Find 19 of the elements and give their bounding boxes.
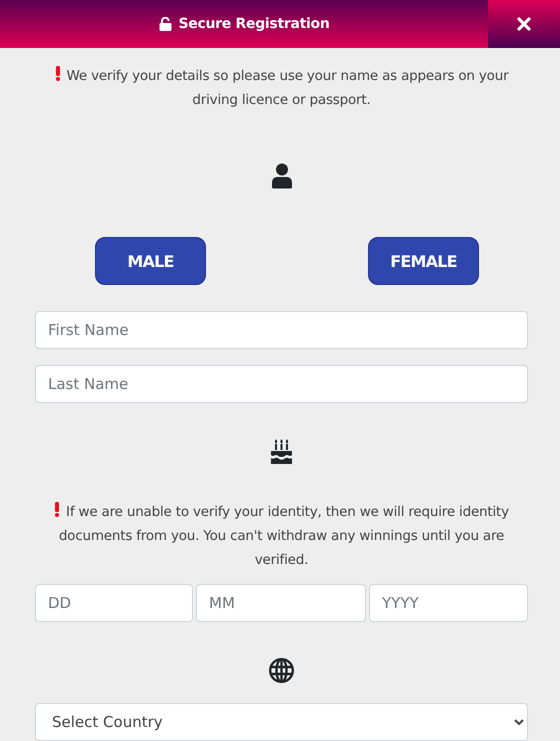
close-icon: [517, 17, 531, 31]
globe-icon: [269, 658, 294, 683]
date-field[interactable]: MM: [196, 584, 366, 622]
country-select[interactable]: Select Country: [35, 703, 528, 741]
gender-button[interactable]: FEMALE: [368, 237, 479, 285]
name-field[interactable]: Last Name: [35, 365, 528, 403]
person-icon: [270, 163, 292, 189]
exclamation-icon: [54, 66, 61, 81]
name-field[interactable]: First Name: [35, 311, 528, 349]
date-field[interactable]: DD: [35, 584, 193, 622]
date-field[interactable]: YYYY: [369, 584, 528, 622]
close-button[interactable]: [488, 0, 560, 48]
unlock-icon: [158, 17, 172, 31]
cake-icon: [270, 439, 293, 464]
window-title: Secure Registration: [178, 16, 330, 32]
gender-button[interactable]: MALE: [95, 237, 206, 285]
notice-text: We verify your details so please use your name as appears on your driving licence or passport.: [35, 64, 528, 112]
exclamation-icon: [54, 502, 60, 517]
notice-text: If we are unable to verify your identity, then we will require identity documents from you. You can't withdraw any winnings until you are verified.: [35, 500, 528, 572]
